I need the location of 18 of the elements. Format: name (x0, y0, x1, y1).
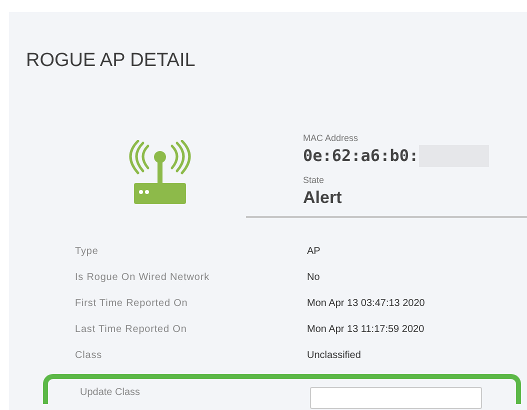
detail-label: Is Rogue On Wired Network (74, 272, 210, 282)
detail-value: AP (307, 246, 320, 256)
detail-value: No (307, 272, 320, 282)
wireless-router-icon (126, 140, 194, 204)
update-class-label: Update Class (80, 387, 142, 400)
detail-value: Mon Apr 13 11:17:59 2020 (307, 324, 424, 334)
detail-label: Last Time Reported On (74, 324, 188, 334)
detail-label: First Time Reported On (74, 298, 189, 308)
mac-address-value: 0e:62:a6:b0: (303, 145, 419, 167)
state-label: State (303, 174, 326, 186)
detail-value: Mon Apr 13 03:47:13 2020 (307, 298, 425, 308)
mac-address-label: MAC Address (303, 132, 360, 144)
detail-label: Type (74, 246, 100, 256)
state-value: Alert (303, 187, 343, 209)
detail-label: Class (74, 350, 104, 360)
class-select-field[interactable] (310, 387, 482, 409)
panel-title: ROGUE AP DETAIL (26, 50, 196, 72)
detail-value: Unclassified (307, 350, 361, 360)
